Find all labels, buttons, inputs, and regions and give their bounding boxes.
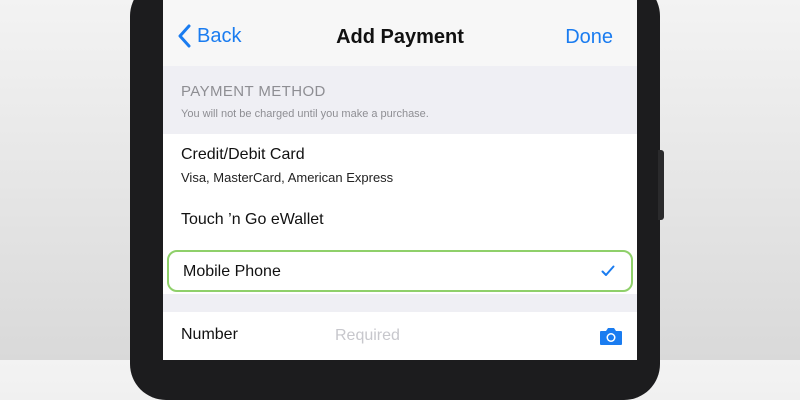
checkmark-icon [601,265,615,276]
navigation-bar: Back Add Payment Done [163,0,637,66]
option-label: Touch ’n Go eWallet [181,211,324,228]
payment-method-section-header: PAYMENT METHOD You will not be charged u… [163,66,637,134]
option-label: Credit/Debit Card [181,146,305,163]
option-subtitle: Visa, MasterCard, American Express [181,170,394,185]
payment-option-mobile-phone[interactable]: Mobile Phone [167,250,633,292]
number-row: Number [163,312,637,360]
option-label: Mobile Phone [183,263,281,280]
payment-option-credit-debit-card[interactable]: Credit/Debit Card Visa, MasterCard, Amer… [163,134,637,198]
done-button[interactable]: Done [565,26,613,49]
side-button [658,150,664,220]
section-gap [163,294,637,312]
section-subtitle: You will not be charged until you make a… [181,108,429,120]
payment-option-touch-n-go[interactable]: Touch ’n Go eWallet [163,198,637,248]
number-input[interactable] [333,324,577,348]
number-label: Number [181,326,238,343]
phone-screen: Back Add Payment Done PAYMENT METHOD You… [163,0,637,360]
camera-icon[interactable] [599,326,623,346]
section-title: PAYMENT METHOD [181,83,326,100]
